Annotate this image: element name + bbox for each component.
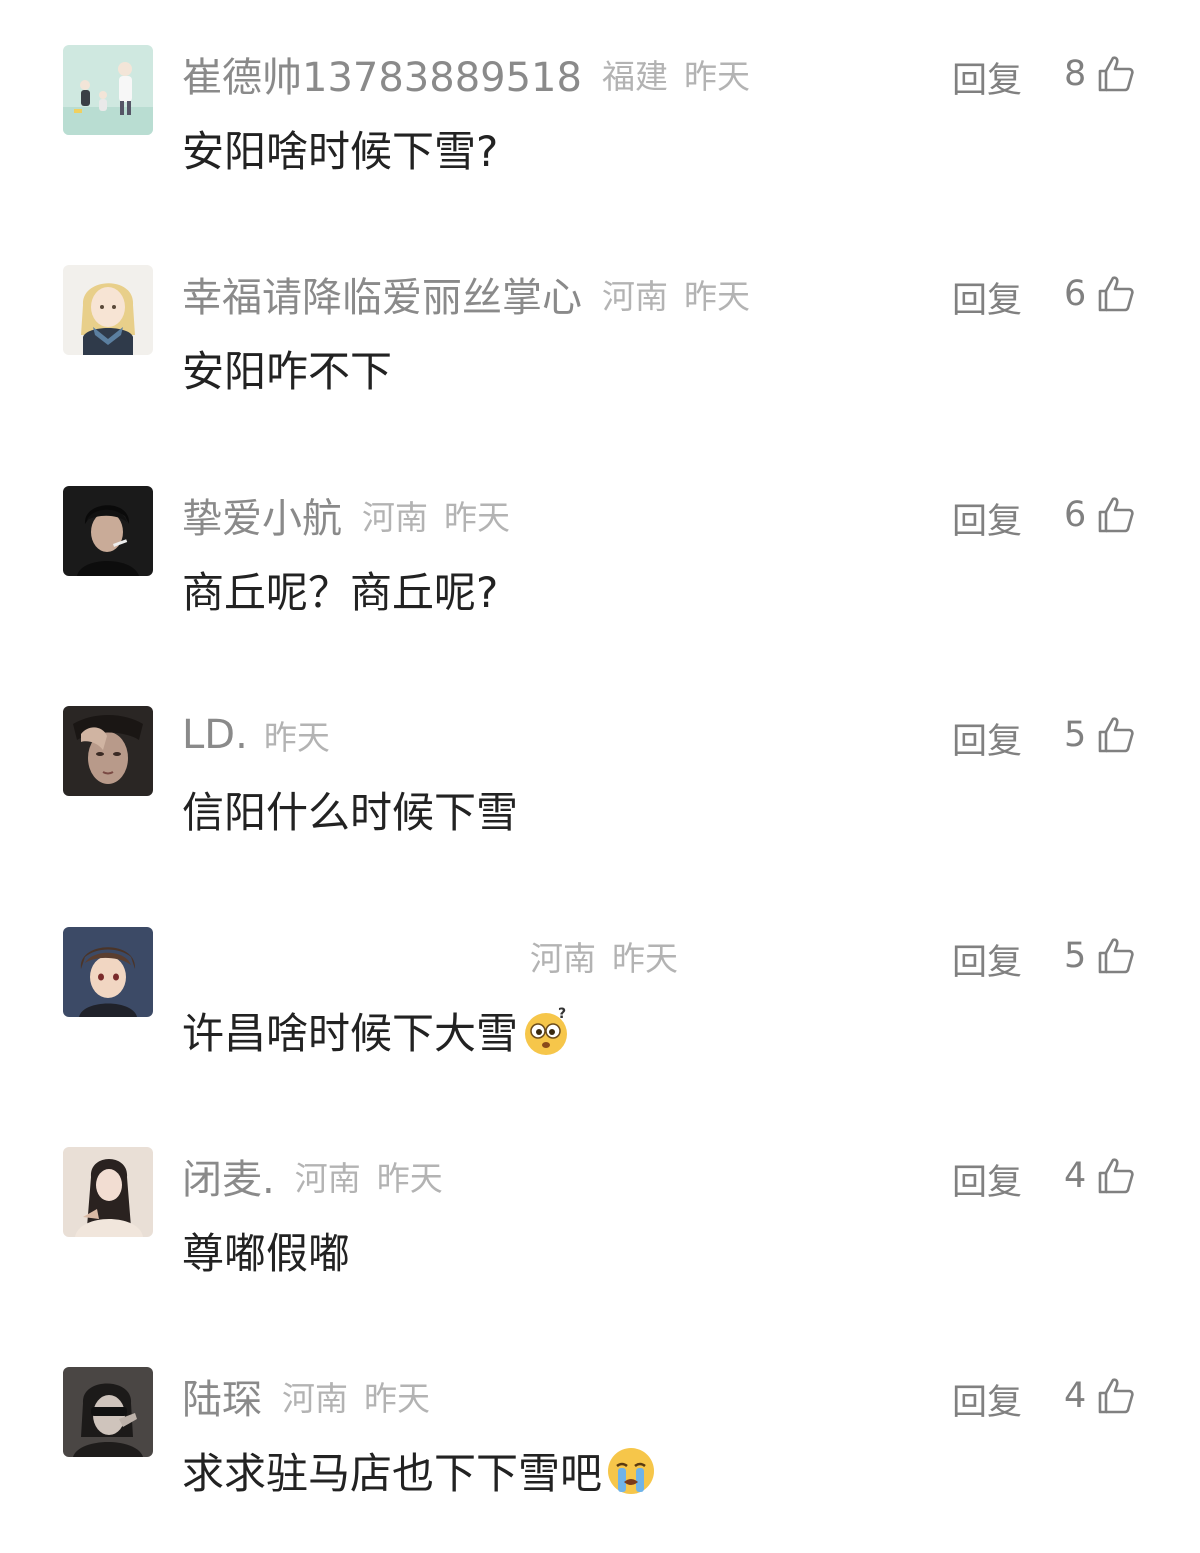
- comment-text: 安阳啥时候下雪?: [182, 118, 498, 179]
- comment-text-label: 信阳什么时候下雪: [182, 788, 519, 837]
- comment-item: 幸福请降临爱丽丝掌心 河南 昨天 回复 6 安阳咋不下: [0, 220, 1200, 400]
- like-button[interactable]: 6: [1064, 268, 1136, 320]
- comment-meta: 闭麦. 河南 昨天: [182, 1147, 443, 1205]
- comment-text-label: 尊嘟假嘟: [182, 1229, 351, 1278]
- thumbs-up-icon[interactable]: [1096, 1376, 1136, 1416]
- region-label: 河南: [362, 498, 428, 537]
- username[interactable]: 崔德帅13783889518: [182, 45, 582, 103]
- comment-text: 信阳什么时候下雪: [182, 779, 518, 840]
- like-button[interactable]: 6: [1064, 489, 1136, 541]
- comment-list: 崔德帅13783889518 福建 昨天 回复 8 安阳啥时候下雪? 幸福请降临…: [0, 0, 1200, 1553]
- avatar-anime-girl-icon[interactable]: [63, 265, 153, 355]
- comment-text: 安阳咋不下: [182, 338, 392, 399]
- comment-meta: LD. 昨天: [182, 709, 330, 761]
- avatar-young-man-icon[interactable]: [63, 486, 153, 576]
- comment-meta: 幸福请降临爱丽丝掌心 河南 昨天: [182, 265, 750, 323]
- thumbs-up-icon[interactable]: [1096, 274, 1136, 314]
- reply-button[interactable]: 回复: [952, 52, 1022, 103]
- like-button[interactable]: 5: [1064, 709, 1136, 761]
- reply-button[interactable]: 回复: [952, 272, 1022, 323]
- like-button[interactable]: 4: [1064, 1370, 1136, 1422]
- reply-button[interactable]: 回复: [952, 1374, 1022, 1425]
- confused-face-emoji: ?: [525, 1006, 568, 1055]
- timestamp: 昨天: [612, 939, 678, 978]
- avatar-girl-photo-icon[interactable]: [63, 1147, 153, 1237]
- comment-item: 陆琛 河南 昨天 回复 4 求求驻马店也下下雪吧: [0, 1322, 1200, 1502]
- comment-item: LD. 昨天 回复 5 信阳什么时候下雪: [0, 661, 1200, 841]
- username[interactable]: 闭麦.: [182, 1147, 275, 1205]
- region-label: 福建: [601, 57, 668, 96]
- timestamp: 昨天: [683, 57, 750, 96]
- comment-item: 挚爱小航 河南 昨天 回复 6 商丘呢？商丘呢?: [0, 441, 1200, 621]
- like-button[interactable]: 8: [1064, 48, 1136, 100]
- timestamp: 昨天: [364, 1379, 430, 1418]
- like-button[interactable]: 4: [1064, 1150, 1136, 1202]
- avatar-cartoon-family-icon[interactable]: [63, 45, 153, 135]
- region-label: 河南: [294, 1159, 361, 1198]
- reply-button[interactable]: 回复: [952, 934, 1022, 985]
- timestamp: 昨天: [376, 1159, 443, 1198]
- comment-text-label: 安阳啥时候下雪?: [182, 127, 499, 176]
- avatar-dark-portrait-icon[interactable]: [63, 1367, 153, 1457]
- like-count: 8: [1064, 54, 1087, 94]
- comment-text: 尊嘟假嘟: [182, 1220, 350, 1281]
- like-count: 6: [1064, 495, 1087, 535]
- avatar-anime-boy-icon[interactable]: [63, 927, 153, 1017]
- timestamp: 昨天: [263, 718, 330, 757]
- comment-item: 河南 昨天 回复 5 许昌啥时候下大雪 ?: [0, 882, 1200, 1062]
- like-count: 5: [1064, 936, 1087, 976]
- comment-text: 求求驻马店也下下雪吧: [182, 1440, 658, 1501]
- username[interactable]: LD.: [182, 712, 248, 758]
- thumbs-up-icon[interactable]: [1096, 1156, 1136, 1196]
- reply-button[interactable]: 回复: [952, 1154, 1022, 1205]
- like-button[interactable]: 5: [1064, 930, 1136, 982]
- comment-meta: 挚爱小航 河南 昨天: [182, 486, 510, 544]
- like-count: 5: [1064, 715, 1087, 755]
- region-label: 河南: [602, 277, 668, 316]
- comment-meta: 河南 昨天: [530, 930, 678, 982]
- comment-text-label: 商丘呢？商丘呢?: [182, 568, 499, 617]
- like-count: 6: [1064, 274, 1087, 314]
- crying-face-emoji: [608, 1447, 655, 1494]
- username[interactable]: 陆琛: [182, 1367, 262, 1425]
- comment-text: 商丘呢？商丘呢?: [182, 559, 498, 620]
- svg-text:?: ?: [558, 1006, 566, 1022]
- username[interactable]: 挚爱小航: [182, 486, 342, 544]
- reply-button[interactable]: 回复: [952, 713, 1022, 764]
- comment-meta: 陆琛 河南 昨天: [182, 1367, 430, 1425]
- comment-text-label: 求求驻马店也下下雪吧: [182, 1449, 603, 1498]
- comment-item: 崔德帅13783889518 福建 昨天 回复 8 安阳啥时候下雪?: [0, 0, 1200, 180]
- comment-text-label: 安阳咋不下: [182, 347, 393, 396]
- comment-item: 闭麦. 河南 昨天 回复 4 尊嘟假嘟: [0, 1102, 1200, 1282]
- avatar-hand-face-icon[interactable]: [63, 706, 153, 796]
- comment-text-label: 许昌啥时候下大雪: [182, 1009, 519, 1058]
- comment-text: 许昌啥时候下大雪 ?: [182, 1000, 574, 1061]
- comment-meta: 崔德帅13783889518 福建 昨天: [182, 45, 750, 103]
- thumbs-up-icon[interactable]: [1096, 54, 1136, 94]
- timestamp: 昨天: [444, 498, 510, 537]
- thumbs-up-icon[interactable]: [1096, 936, 1136, 976]
- region-label: 河南: [530, 939, 596, 978]
- username[interactable]: 幸福请降临爱丽丝掌心: [182, 265, 582, 323]
- like-count: 4: [1064, 1376, 1087, 1416]
- timestamp: 昨天: [684, 277, 750, 316]
- like-count: 4: [1064, 1156, 1087, 1196]
- reply-button[interactable]: 回复: [952, 493, 1022, 544]
- thumbs-up-icon[interactable]: [1096, 715, 1136, 755]
- region-label: 河南: [282, 1379, 348, 1418]
- thumbs-up-icon[interactable]: [1096, 495, 1136, 535]
